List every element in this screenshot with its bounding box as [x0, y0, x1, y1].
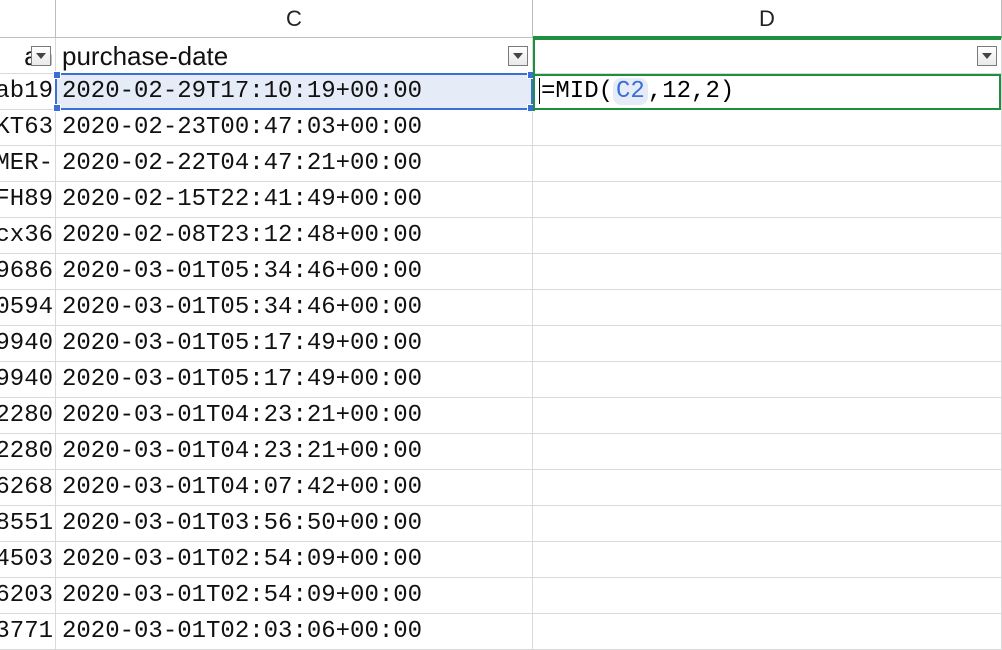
cell-c8[interactable]: 2020-03-01T05:34:46+00:00	[56, 290, 533, 326]
cell-d13[interactable]	[533, 470, 1002, 506]
cell-c16[interactable]: 2020-03-01T02:54:09+00:00	[56, 578, 533, 614]
cell-b16[interactable]: 6203	[0, 578, 56, 614]
cell-b3-text: KT63	[0, 110, 53, 146]
cell-d12[interactable]	[533, 434, 1002, 470]
formula-sep: ,	[691, 78, 705, 105]
cell-b7[interactable]: 9686	[0, 254, 56, 290]
cell-b11-text: 2280	[0, 398, 53, 434]
cell-d7[interactable]	[533, 254, 1002, 290]
cell-d14[interactable]	[533, 506, 1002, 542]
cell-b10-text: 9940	[0, 362, 53, 398]
cell-b17-text: 3771	[0, 614, 53, 650]
cell-c11[interactable]: 2020-03-01T04:23:21+00:00	[56, 398, 533, 434]
cell-c7[interactable]: 2020-03-01T05:34:46+00:00	[56, 254, 533, 290]
cell-d16[interactable]	[533, 578, 1002, 614]
cell-b14[interactable]: 8551	[0, 506, 56, 542]
cell-b11[interactable]: 2280	[0, 398, 56, 434]
cell-b9-text: 9940	[0, 326, 53, 362]
cell-c14[interactable]: 2020-03-01T03:56:50+00:00	[56, 506, 533, 542]
cell-c5[interactable]: 2020-02-15T22:41:49+00:00	[56, 182, 533, 218]
text-cursor-icon	[539, 78, 540, 104]
cell-b4-text: MER-	[0, 146, 53, 182]
filter-dropdown-icon[interactable]	[508, 46, 528, 66]
filter-dropdown-icon[interactable]	[31, 46, 51, 66]
cell-b9[interactable]: 9940	[0, 326, 56, 362]
cell-b17[interactable]: 3771	[0, 614, 56, 650]
cell-c6[interactable]: 2020-02-08T23:12:48+00:00	[56, 218, 533, 254]
col-header-d[interactable]: D	[533, 0, 1002, 38]
cell-d15[interactable]	[533, 542, 1002, 578]
cell-b3[interactable]: KT63	[0, 110, 56, 146]
cell-b8-text: 0594	[0, 290, 53, 326]
filter-dropdown-icon[interactable]	[977, 46, 997, 66]
cell-c17[interactable]: 2020-03-01T02:03:06+00:00	[56, 614, 533, 650]
cell-d1[interactable]	[533, 38, 1002, 74]
cell-b2-text: ab19	[0, 74, 53, 110]
cell-c12[interactable]: 2020-03-01T04:23:21+00:00	[56, 434, 533, 470]
cell-d9[interactable]	[533, 326, 1002, 362]
cell-b7-text: 9686	[0, 254, 53, 290]
cell-b12[interactable]: 2280	[0, 434, 56, 470]
formula-ref-token: C2	[613, 78, 648, 105]
cell-d4[interactable]	[533, 146, 1002, 182]
cell-b8[interactable]: 0594	[0, 290, 56, 326]
col-header-c[interactable]: C	[56, 0, 533, 38]
cell-c15[interactable]: 2020-03-01T02:54:09+00:00	[56, 542, 533, 578]
cell-b10[interactable]: 9940	[0, 362, 56, 398]
cell-d17[interactable]	[533, 614, 1002, 650]
formula-prefix: =MID(	[541, 78, 613, 105]
cell-b15-text: 4503	[0, 542, 53, 578]
cell-c2[interactable]: 2020-02-29T17:10:19+00:00	[56, 74, 533, 110]
cell-b14-text: 8551	[0, 506, 53, 542]
cell-b15[interactable]: 4503	[0, 542, 56, 578]
cell-b16-text: 6203	[0, 578, 53, 614]
cell-c1-text: purchase-date	[62, 41, 228, 71]
cell-d5[interactable]	[533, 182, 1002, 218]
cell-c1[interactable]: purchase-date	[56, 38, 533, 74]
cell-c3[interactable]: 2020-02-23T00:47:03+00:00	[56, 110, 533, 146]
cell-d8[interactable]	[533, 290, 1002, 326]
formula-sep: ,	[648, 78, 662, 105]
cell-b6-text: cx36	[0, 218, 53, 254]
cell-c10[interactable]: 2020-03-01T05:17:49+00:00	[56, 362, 533, 398]
cell-b13[interactable]: 6268	[0, 470, 56, 506]
col-header-b[interactable]	[0, 0, 56, 38]
cell-b2[interactable]: ab19	[0, 74, 56, 110]
cell-b5-text: FH89	[0, 182, 53, 218]
formula-suffix: )	[720, 78, 734, 105]
formula-arg: 12	[662, 78, 691, 105]
cell-b13-text: 6268	[0, 470, 53, 506]
cell-d11[interactable]	[533, 398, 1002, 434]
cell-d2-editing[interactable]: =MID(C2,12,2)	[533, 74, 1001, 110]
cell-b6[interactable]: cx36	[0, 218, 56, 254]
cell-c13[interactable]: 2020-03-01T04:07:42+00:00	[56, 470, 533, 506]
cell-b4[interactable]: MER-	[0, 146, 56, 182]
cell-c9[interactable]: 2020-03-01T05:17:49+00:00	[56, 326, 533, 362]
cell-d6[interactable]	[533, 218, 1002, 254]
cell-b5[interactable]: FH89	[0, 182, 56, 218]
cell-d3[interactable]	[533, 110, 1002, 146]
cell-b12-text: 2280	[0, 434, 53, 470]
cell-c4[interactable]: 2020-02-22T04:47:21+00:00	[56, 146, 533, 182]
formula-arg: 2	[705, 78, 719, 105]
cell-d10[interactable]	[533, 362, 1002, 398]
cell-b1[interactable]: an	[0, 38, 56, 74]
